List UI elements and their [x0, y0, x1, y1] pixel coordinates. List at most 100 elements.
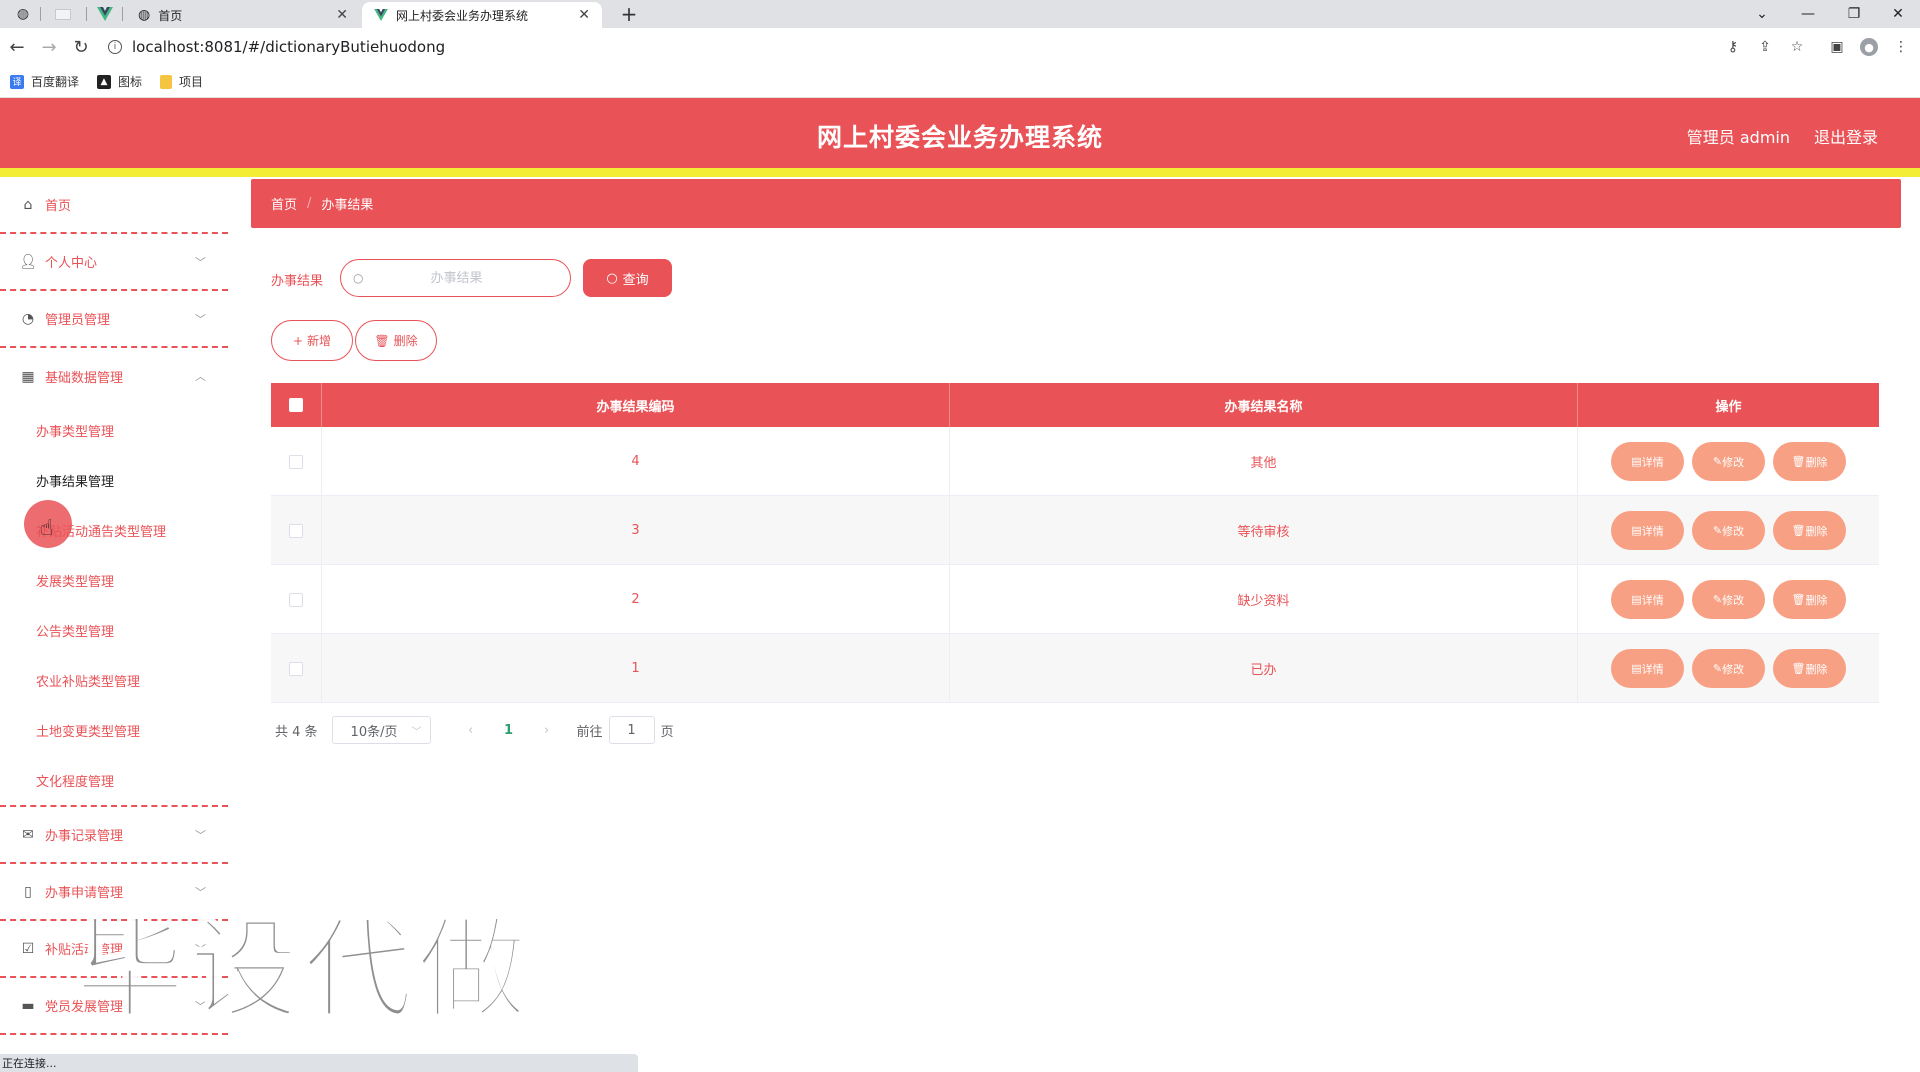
row-checkbox[interactable]	[289, 454, 303, 469]
bookmark-label: 项目	[179, 75, 204, 89]
forward-arrow-icon[interactable]: →	[36, 34, 62, 60]
bookmarks-bar: 译 百度翻译 ▲ 图标 项目	[0, 66, 1920, 98]
row-checkbox[interactable]	[289, 523, 303, 538]
page-number[interactable]: 1	[485, 723, 533, 738]
sidebar-sub-item-education-level[interactable]: 文化程度管理	[0, 755, 228, 807]
edit-button[interactable]: ✎ 修改	[1692, 511, 1765, 550]
detail-button[interactable]: ▤ 详情	[1611, 649, 1684, 688]
sidebar-sub-item-development-type[interactable]: 发展类型管理	[0, 555, 228, 605]
breadcrumb-separator: /	[307, 196, 312, 211]
document-icon: ▤	[1631, 455, 1642, 468]
translate-icon: 译	[10, 74, 24, 89]
search-icon: ○	[606, 270, 618, 286]
sidebar-sub-item-notice-type[interactable]: 公告类型管理	[0, 605, 228, 655]
tab-home[interactable]: ◍ 首页 ✕	[126, 2, 360, 28]
sidebar-item-affair-records[interactable]: ✉ 办事记录管理 ﹀	[0, 807, 228, 864]
restore-icon[interactable]: ❐	[1832, 0, 1876, 28]
browser-status-bar: 正在连接...	[0, 1054, 638, 1072]
detail-button[interactable]: ▤ 详情	[1611, 442, 1684, 481]
bookmark-label: 图标	[118, 75, 143, 89]
current-user-label: 管理员 admin	[1686, 128, 1790, 147]
breadcrumb-current: 办事结果	[321, 198, 374, 213]
browser-menu-icon[interactable]: ⋮	[1890, 36, 1912, 58]
new-tab-button[interactable]: +	[616, 2, 642, 26]
sidebar-sub-item-land-change-type[interactable]: 土地变更类型管理	[0, 705, 228, 755]
sidebar-item-home[interactable]: ⌂ 首页	[0, 177, 228, 234]
query-button[interactable]: ○ 查询	[583, 259, 672, 297]
tab-search-chevron-icon[interactable]: ⌄	[1740, 0, 1784, 28]
row-checkbox[interactable]	[289, 661, 303, 676]
search-input[interactable]	[371, 270, 542, 286]
bookmark-projects[interactable]: 项目	[160, 73, 203, 90]
delete-label: 删除	[1805, 593, 1828, 607]
bookmark-icons[interactable]: ▲ 图标	[97, 73, 142, 90]
delete-button[interactable]: 🗑︎ 删除	[1773, 649, 1846, 688]
delete-button[interactable]: 🗑︎ 删除	[1773, 511, 1846, 550]
prev-page-icon[interactable]: ‹	[457, 723, 485, 738]
folder-icon	[160, 74, 173, 89]
sidebar-item-admin-management[interactable]: ◔ 管理员管理 ﹀	[0, 291, 228, 348]
cell-name: 其他	[950, 427, 1578, 496]
next-page-icon[interactable]: ›	[533, 723, 561, 738]
goto-page-input[interactable]: 1	[608, 716, 655, 744]
edit-label: 修改	[1722, 662, 1745, 676]
star-icon[interactable]: ☆	[1786, 36, 1808, 58]
detail-label: 详情	[1641, 524, 1664, 538]
add-button-label: 新增	[307, 334, 332, 348]
edit-button[interactable]: ✎ 修改	[1692, 580, 1765, 619]
trash-icon: 🗑︎	[1791, 662, 1806, 675]
sidepanel-icon[interactable]: ▣	[1826, 36, 1848, 58]
sidebar-sub-item-affair-result[interactable]: 办事结果管理	[0, 455, 228, 505]
logout-link[interactable]: 退出登录	[1814, 124, 1878, 148]
tab-active-app[interactable]: 网上村委会业务办理系统 ✕	[362, 2, 602, 28]
close-icon[interactable]: ✕	[578, 7, 590, 23]
edit-label: 修改	[1722, 524, 1745, 538]
back-arrow-icon[interactable]: ←	[4, 34, 30, 60]
delete-label: 删除	[1805, 455, 1828, 469]
share-icon[interactable]: ⇪	[1754, 36, 1776, 58]
close-icon[interactable]: ✕	[336, 7, 348, 23]
search-field[interactable]: ○	[340, 259, 571, 297]
detail-button[interactable]: ▤ 详情	[1611, 580, 1684, 619]
sidebar-sub-item-label: 文化程度管理	[36, 774, 115, 790]
pinned-tab-vue[interactable]	[92, 2, 118, 26]
select-all-cell[interactable]	[271, 383, 322, 427]
url-field[interactable]: i localhost:8081/#/dictionaryButiehuodon…	[108, 33, 1788, 61]
delete-button[interactable]: 🗑︎ 删除	[1773, 442, 1846, 481]
add-button[interactable]: + 新增	[271, 320, 353, 361]
trash-icon: 🗑︎	[1791, 455, 1806, 468]
cell-code: 2	[322, 565, 950, 634]
window-close-icon[interactable]: ✕	[1876, 0, 1920, 28]
edit-button[interactable]: ✎ 修改	[1692, 649, 1765, 688]
page-size-select[interactable]: 10条/页 ﹀	[331, 716, 431, 744]
plus-icon: +	[292, 333, 304, 348]
detail-button[interactable]: ▤ 详情	[1611, 511, 1684, 550]
sidebar-item-personal-center[interactable]: 👤︎ 个人中心 ﹀	[0, 234, 228, 291]
globe-icon: ◍	[138, 7, 151, 23]
info-icon[interactable]: i	[108, 40, 122, 54]
batch-delete-button-label: 删除	[393, 334, 418, 348]
edit-button[interactable]: ✎ 修改	[1692, 442, 1765, 481]
key-icon[interactable]: ⚷	[1722, 36, 1744, 58]
tab-title: 首页	[158, 8, 183, 23]
search-icon: ○	[353, 271, 364, 285]
delete-button[interactable]: 🗑︎ 删除	[1773, 580, 1846, 619]
sidebar-sub-item-label: 土地变更类型管理	[36, 724, 141, 740]
bookmark-baidu-translate[interactable]: 译 百度翻译	[10, 73, 79, 90]
sidebar-sub-item-affair-type[interactable]: 办事类型管理	[0, 405, 228, 455]
app-header: 网上村委会业务办理系统 管理员 admin 退出登录	[0, 98, 1920, 168]
row-checkbox[interactable]	[289, 592, 303, 607]
pinned-tab-globe[interactable]: ◍	[10, 2, 36, 26]
batch-delete-button[interactable]: 🗑︎ 删除	[355, 320, 437, 361]
minimize-icon[interactable]: —	[1786, 0, 1830, 28]
pinned-tab-blank[interactable]	[48, 2, 78, 26]
reload-icon[interactable]: ↻	[68, 34, 94, 60]
breadcrumb-home[interactable]: 首页	[271, 194, 297, 213]
sidebar-sub-item-label: 办事结果管理	[36, 474, 115, 490]
select-all-checkbox[interactable]	[289, 398, 303, 412]
microphone-icon: ▯	[24, 883, 32, 900]
sidebar-sub-item-agri-subsidy-type[interactable]: 农业补贴类型管理	[0, 655, 228, 705]
cell-name: 等待审核	[950, 496, 1578, 565]
profile-avatar-icon[interactable]: ●	[1858, 36, 1880, 58]
sidebar-item-basic-data[interactable]: ▦ 基础数据管理 ︿	[0, 348, 228, 405]
